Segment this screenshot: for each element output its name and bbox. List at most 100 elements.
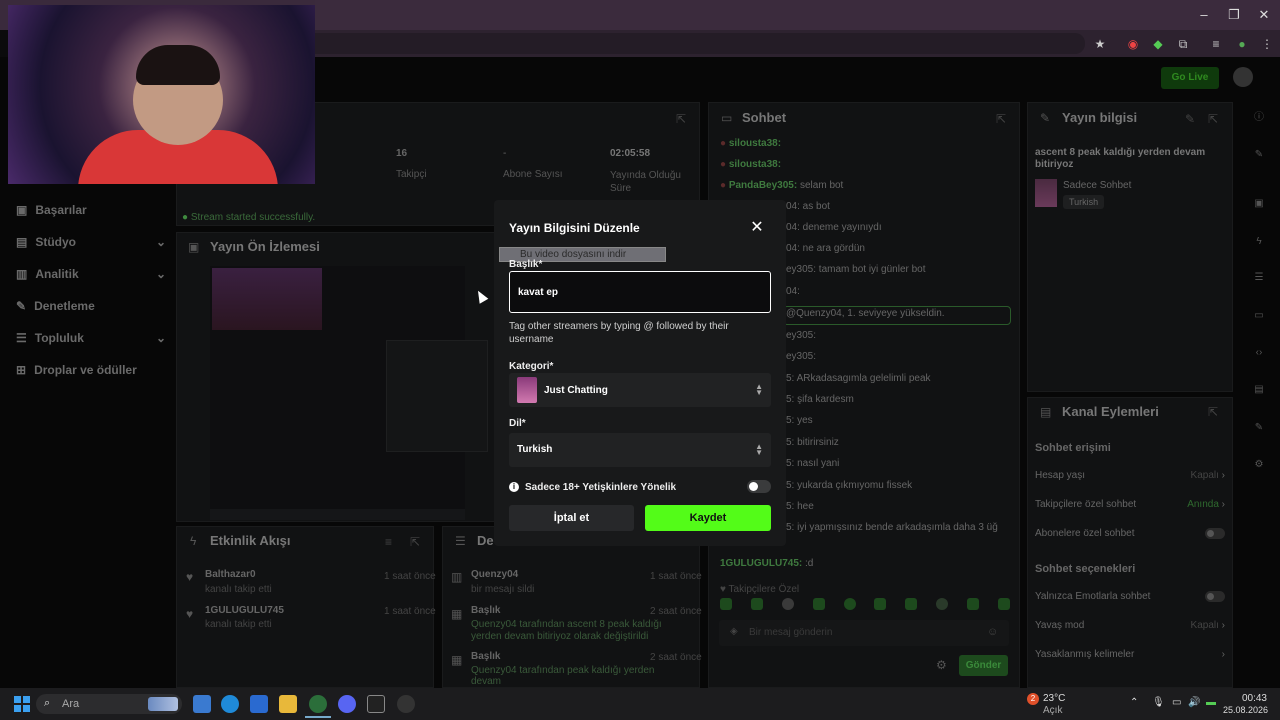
bookmark-star-icon[interactable]: ★ [1092, 36, 1108, 52]
weather-temp[interactable]: 23°C [1043, 693, 1065, 704]
emote-only-toggle[interactable] [1205, 591, 1225, 602]
profile-icon[interactable]: ● [1234, 36, 1250, 52]
emote-icon[interactable] [905, 598, 918, 610]
emote-icon[interactable] [720, 598, 732, 610]
popout-icon[interactable]: ⇱ [1208, 112, 1218, 126]
maximize-icon[interactable]: ❐ [1225, 6, 1243, 24]
emote-icon[interactable] [997, 598, 1010, 610]
followers-chat-row[interactable]: Takipçilere özel sohbet Anında › [1035, 499, 1225, 515]
extension-icon[interactable]: ◆ [1150, 36, 1166, 52]
emote-icon[interactable] [812, 598, 825, 610]
subs-chat-toggle[interactable] [1205, 528, 1225, 539]
minimize-icon[interactable]: – [1195, 6, 1213, 24]
banned-words-row[interactable]: Yasaklanmış kelimeler › [1035, 649, 1225, 665]
notion-icon[interactable] [367, 695, 385, 713]
discord-icon[interactable] [338, 695, 356, 713]
settings-icon[interactable]: ⚙ [936, 658, 947, 672]
emote-icon[interactable] [967, 598, 979, 610]
emote-icon[interactable] [936, 598, 949, 610]
clock-date[interactable]: 25.08.2026 [1220, 705, 1268, 715]
popout-icon[interactable]: ⇱ [676, 112, 686, 126]
clock-time[interactable]: 00:43 [1235, 693, 1267, 704]
sidebar-item-drops[interactable]: ⊞ Droplar ve ödüller [16, 360, 166, 380]
windows-start-icon[interactable] [14, 696, 30, 712]
slow-mode-row[interactable]: Yavaş mod Kapalı › [1035, 620, 1225, 636]
chat-username[interactable]: silousta38: [729, 138, 781, 149]
emote-only-row[interactable]: Yalnızca Emotlarla sohbet [1035, 591, 1225, 607]
chat-text: 5: ARkadasagımla gelelimli peak [786, 373, 931, 384]
popout-icon[interactable]: ⇱ [410, 535, 420, 549]
media-icon[interactable]: ≡ [1208, 36, 1224, 52]
avatar[interactable] [1233, 67, 1253, 87]
store-icon[interactable] [250, 695, 268, 713]
puzzle-icon[interactable]: ⧉ [1175, 36, 1191, 52]
shield-icon: ◈ [730, 626, 738, 637]
explorer-icon[interactable] [279, 695, 297, 713]
chat-icon: ▭ [721, 111, 733, 125]
volume-icon[interactable]: 🔊 [1188, 697, 1200, 708]
language-select[interactable]: Turkish ▲ ▼ [509, 433, 771, 467]
wrench-icon[interactable]: ✎ [1252, 421, 1266, 435]
sidebar-item-achievements[interactable]: ▣ Başarılar [16, 200, 166, 220]
chat-username[interactable]: PandaBey305: [729, 180, 797, 191]
chevron-up-icon[interactable]: ⌃ [1130, 697, 1138, 708]
heart-icon: ♥ [186, 607, 194, 621]
network-icon[interactable]: ▭ [1172, 697, 1181, 708]
chat-text: 04: deneme yayınıydı [786, 222, 882, 233]
emote-icon[interactable] [750, 598, 763, 610]
obs-icon[interactable] [397, 695, 415, 713]
chrome-icon[interactable] [309, 695, 327, 713]
close-window-icon[interactable]: ✕ [1255, 6, 1273, 24]
modlog-title: De [477, 533, 494, 548]
emoji-icon[interactable]: ☺ [987, 626, 998, 638]
badge-icon: ● [720, 159, 729, 170]
taskview-icon[interactable] [193, 695, 211, 713]
edit-icon[interactable]: ✎ [1252, 148, 1266, 162]
emote-icon[interactable] [874, 598, 887, 610]
cancel-button[interactable]: İptal et [509, 505, 634, 531]
edit-icon[interactable]: ✎ [1185, 112, 1195, 126]
popout-icon[interactable]: ⇱ [996, 112, 1006, 126]
sidebar-item-moderation[interactable]: ✎ Denetleme [16, 296, 166, 316]
address-bar[interactable] [315, 33, 1085, 54]
chat-text: 04: [786, 286, 800, 297]
chat-input[interactable]: Bir mesaj gönderin [719, 620, 1009, 646]
menu-icon[interactable]: ⋮ [1259, 36, 1275, 52]
list-icon[interactable]: ☰ [1252, 271, 1266, 285]
save-button[interactable]: Kaydet [645, 505, 771, 531]
category-select[interactable]: Just Chatting ▲ ▼ [509, 373, 771, 407]
edge-icon[interactable] [221, 695, 239, 713]
chat-message: ● silousta38: [720, 159, 1020, 177]
actions-icon[interactable]: ▤ [1252, 383, 1266, 397]
filter-icon[interactable]: ≡ [385, 535, 392, 549]
weather-desc[interactable]: Açık [1043, 705, 1062, 716]
chat-username[interactable]: silousta38: [729, 159, 781, 170]
sidebar-item-studio[interactable]: ▤ Stüdyo ⌄ [16, 232, 166, 252]
emote-icon[interactable] [781, 598, 794, 610]
chat-username[interactable]: 1GULUGULU745: [720, 558, 802, 569]
code-icon[interactable]: ‹› [1252, 346, 1266, 360]
adult-content-toggle[interactable] [747, 480, 771, 493]
settings-icon[interactable]: ⚙ [1252, 458, 1266, 472]
bolt-icon[interactable]: ϟ [1252, 235, 1266, 249]
battery-icon[interactable]: ▬ [1206, 697, 1216, 708]
popout-icon[interactable]: ⇱ [1208, 405, 1218, 419]
sidebar-item-analytics[interactable]: ▥ Analitik ⌄ [16, 264, 166, 284]
go-live-button[interactable]: Go Live [1161, 67, 1219, 89]
panel-icon[interactable]: ▣ [1252, 197, 1266, 211]
microphone-icon[interactable]: 🎙 [1152, 697, 1165, 708]
send-button[interactable]: Gönder [959, 655, 1008, 676]
extension-icon[interactable]: ◉ [1125, 36, 1141, 52]
subs-chat-row[interactable]: Abonelere özel sohbet [1035, 528, 1225, 544]
emote-bar[interactable] [720, 598, 1010, 612]
account-age-row[interactable]: Hesap yaşı Kapalı › [1035, 470, 1225, 486]
sidebar-item-community[interactable]: ☰ Topluluk ⌄ [16, 328, 166, 348]
chat-options-heading: Sohbet seçenekleri [1035, 563, 1136, 575]
language-badge: Turkish [1063, 195, 1105, 209]
emote-icon[interactable] [843, 598, 856, 610]
chat-icon[interactable]: ▭ [1252, 309, 1266, 323]
chat-title: Sohbet [742, 110, 787, 125]
title-input[interactable] [509, 271, 771, 313]
info-icon[interactable]: ⓘ [1252, 111, 1266, 125]
close-icon[interactable]: ✕ [748, 219, 766, 237]
